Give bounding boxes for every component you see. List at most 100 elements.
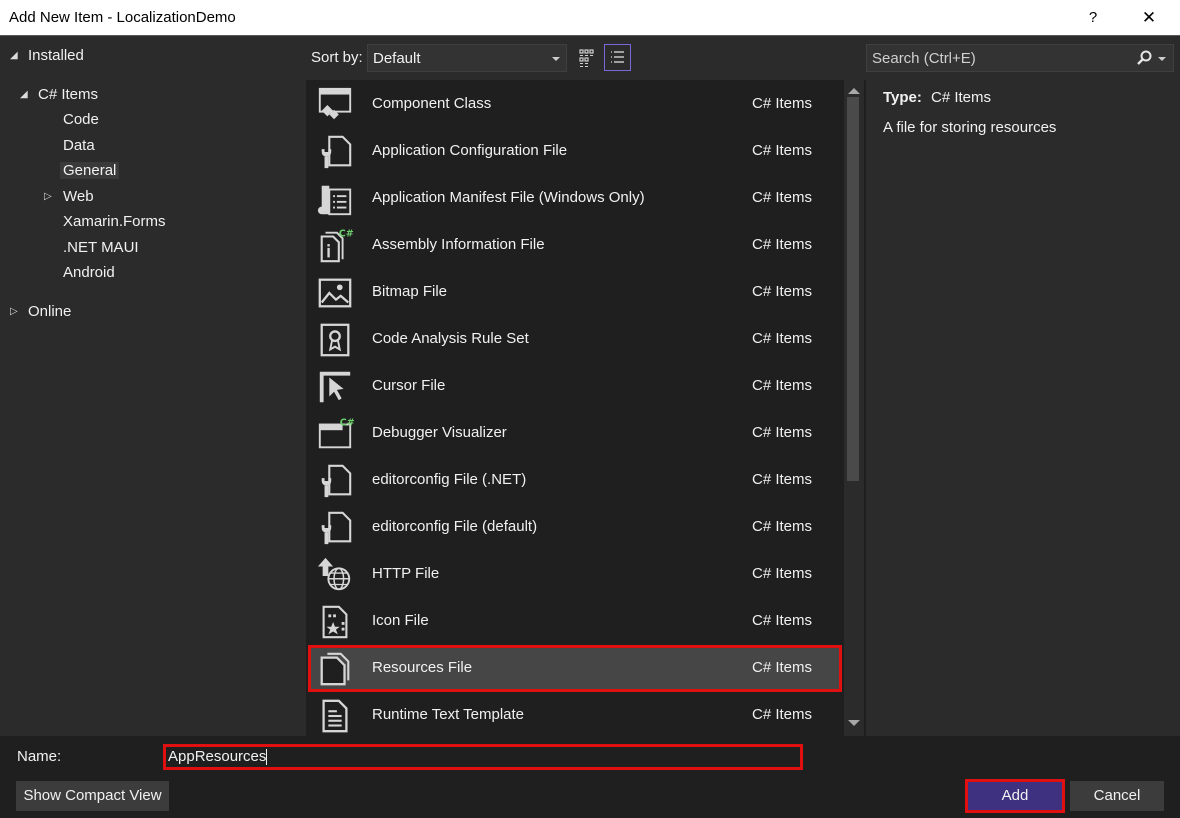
template-name: HTTP File [372,565,440,582]
template-row[interactable]: HTTP File C# Items [308,551,842,598]
template-category: C# Items [752,95,813,112]
chevron-down-icon [552,57,560,61]
template-row[interactable]: Resources File C# Items [308,645,842,692]
window-title: Add New Item - LocalizationDemo [9,9,236,26]
template-category: C# Items [752,659,813,676]
cursor-icon [319,371,351,403]
config-file-icon [321,135,352,169]
close-button[interactable]: ✕ [1140,8,1158,28]
template-row[interactable]: Code Analysis Rule Set C# Items [308,316,842,363]
tree-item-xamarin-forms[interactable]: Xamarin.Forms [63,211,166,233]
name-label: Name: [17,748,62,765]
http-file-icon [317,557,351,591]
template-name: Debugger Visualizer [372,424,507,441]
title-bar: Add New Item - LocalizationDemo ? ✕ [0,0,1180,36]
tree-item-net-maui[interactable]: .NET MAUI [63,237,139,259]
template-name: editorconfig File (.NET) [372,471,527,488]
details-pane [866,36,1180,736]
sort-by-dropdown[interactable]: Default [367,44,567,72]
template-row[interactable]: Runtime Text Template C# Items [308,692,842,739]
template-category: C# Items [752,471,813,488]
template-row[interactable]: Application Manifest File (Windows Only)… [308,175,842,222]
template-list-scrollbar[interactable] [844,80,864,736]
search-input[interactable]: Search (Ctrl+E) [866,44,1174,72]
template-description: A file for storing resources [883,119,1057,136]
add-button[interactable]: Add [965,779,1065,813]
search-placeholder: Search (Ctrl+E) [872,50,976,67]
resources-file-icon [320,652,350,686]
search-options-chevron-icon[interactable] [1158,57,1166,61]
sort-by-label: Sort by: [311,49,363,66]
debugger-visualizer-icon: C# [318,417,354,449]
template-category: C# Items [752,142,813,159]
ruleset-icon [320,323,350,357]
grid-view-icon [579,49,594,67]
search-icon[interactable] [1135,49,1153,67]
template-category: C# Items [752,518,813,535]
collapsed-arrow-icon[interactable]: ▷ [44,186,52,208]
template-list: Component Class C# Items Application Confi… [306,80,866,736]
list-view-icon [611,51,624,63]
template-category: C# Items [752,189,813,206]
svg-text:C#: C# [339,229,354,240]
template-row[interactable]: Component Class C# Items [308,81,842,128]
scroll-down-arrow-icon[interactable] [848,720,860,726]
template-category: C# Items [752,565,813,582]
template-name: Bitmap File [372,283,448,300]
bitmap-icon [318,278,352,308]
grid-view-button[interactable] [573,44,600,71]
component-class-icon [318,87,352,120]
manifest-file-icon [317,185,352,216]
scrollbar-thumb[interactable] [847,97,859,481]
editorconfig-icon [321,511,352,545]
type-label: Type: [883,89,922,106]
template-row[interactable]: C# Debugger Visualizer C# Items [308,410,842,457]
expanded-arrow-icon: ◢ [10,50,18,61]
template-category: C# Items [752,706,813,723]
template-name: editorconfig File (default) [372,518,538,535]
template-row[interactable]: Bitmap File C# Items [308,269,842,316]
help-button[interactable]: ? [1086,9,1100,26]
text-template-icon [322,699,348,733]
template-name: Component Class [372,95,492,112]
tree-item-data[interactable]: Data [63,135,95,157]
template-row[interactable]: editorconfig File (default) C# Items [308,504,842,551]
template-name: Runtime Text Template [372,706,525,723]
icon-file-icon [322,605,348,639]
template-name: Resources File [372,659,473,676]
sort-by-value: Default [373,50,421,67]
tree-item-general[interactable]: General [60,160,120,182]
template-category: C# Items [752,424,813,441]
template-name: Application Manifest File (Windows Only) [372,189,645,206]
name-field[interactable]: AppResources [163,744,803,770]
template-name: Code Analysis Rule Set [372,330,529,347]
svg-text:C#: C# [340,417,354,428]
template-category: C# Items [752,236,813,253]
template-row[interactable]: Icon File C# Items [308,598,842,645]
cancel-button[interactable]: Cancel [1070,781,1164,811]
template-row[interactable]: Cursor File C# Items [308,363,842,410]
type-value: C# Items [931,89,992,106]
show-compact-view-button[interactable]: Show Compact View [16,781,169,811]
assembly-info-icon: C# [320,229,354,263]
template-category: C# Items [752,330,813,347]
list-view-button[interactable] [604,44,631,71]
template-name: Cursor File [372,377,446,394]
template-row[interactable]: editorconfig File (.NET) C# Items [308,457,842,504]
editorconfig-icon [321,464,352,498]
template-category: C# Items [752,283,813,300]
collapsed-arrow-icon[interactable]: ▷ [10,301,18,323]
template-name: Assembly Information File [372,236,545,253]
template-category: C# Items [752,377,813,394]
tree-item-android[interactable]: Android [63,262,115,284]
template-name: Icon File [372,612,429,629]
category-tree [0,36,306,736]
name-field-value: AppResources [168,748,267,765]
template-row[interactable]: C# Assembly Information File C# Items [308,222,842,269]
tree-item-code[interactable]: Code [63,109,99,131]
text-cursor [266,749,268,766]
template-row[interactable]: Application Configuration File C# Items [308,128,842,175]
expanded-arrow-icon: ◢ [20,89,28,100]
template-name: Application Configuration File [372,142,568,159]
scroll-up-arrow-icon[interactable] [848,88,860,94]
